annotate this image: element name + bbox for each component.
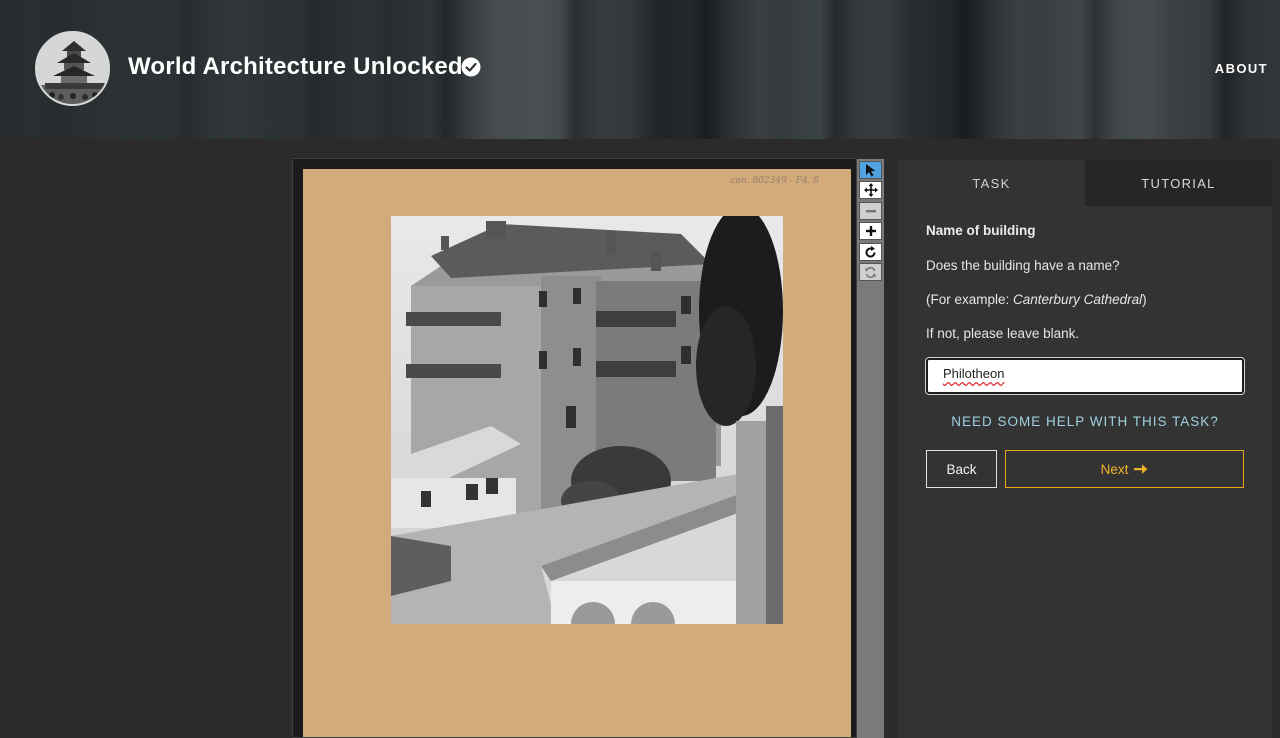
- reset-icon: [865, 266, 876, 278]
- select-pointer-tool[interactable]: [859, 161, 882, 179]
- next-button-label: Next: [1100, 461, 1129, 477]
- rotate-tool[interactable]: [859, 243, 882, 261]
- verified-check-icon: [461, 57, 481, 77]
- example-prefix: (For example:: [926, 292, 1014, 307]
- panel-tabs: TASK TUTORIAL: [898, 160, 1272, 206]
- back-button-label: Back: [946, 461, 977, 477]
- select-pointer-icon: [865, 164, 875, 177]
- about-link[interactable]: ABOUT: [1215, 61, 1268, 76]
- move-pan-tool[interactable]: [859, 181, 882, 199]
- next-button[interactable]: Next: [1005, 450, 1244, 488]
- task-help-link[interactable]: NEED SOME HELP WITH THIS TASK?: [926, 414, 1244, 429]
- reset-tool[interactable]: [859, 263, 882, 281]
- viewer-toolbar: [857, 159, 884, 738]
- zoom-out-icon: [865, 210, 876, 213]
- zoom-in-tool[interactable]: [859, 222, 882, 240]
- project-title[interactable]: World Architecture Unlocked: [128, 53, 463, 81]
- example-value: Canterbury Cathedral: [1013, 292, 1143, 307]
- building-name-input[interactable]: Philotheon: [925, 357, 1245, 395]
- move-pan-icon: [863, 183, 878, 197]
- question-example: (For example: Canterbury Cathedral): [926, 292, 1147, 307]
- project-avatar[interactable]: [35, 31, 110, 106]
- tab-tutorial[interactable]: TUTORIAL: [1085, 160, 1272, 206]
- card-handwritten-note: con. 802349 - F4. 8: [730, 176, 819, 186]
- rotate-icon: [865, 245, 876, 257]
- archive-card: con. 802349 - F4. 8: [303, 169, 851, 737]
- zoom-out-tool[interactable]: [859, 202, 882, 220]
- question-title: Name of building: [926, 223, 1036, 238]
- back-button[interactable]: Back: [926, 450, 997, 488]
- monastery-photo-image: [391, 216, 783, 624]
- question-instruction: If not, please leave blank.: [926, 326, 1080, 341]
- project-header: World Architecture Unlocked ABOUT: [0, 0, 1280, 139]
- zoom-in-icon: [865, 226, 876, 236]
- tab-task[interactable]: TASK: [898, 160, 1085, 206]
- question-text: Does the building have a name?: [926, 258, 1120, 273]
- task-panel: TASK TUTORIAL Name of building Does the …: [898, 160, 1272, 738]
- building-photograph[interactable]: [391, 216, 783, 624]
- arrow-right-icon: [1134, 464, 1148, 474]
- example-suffix: ): [1142, 292, 1147, 307]
- subject-viewer[interactable]: con. 802349 - F4. 8: [292, 158, 857, 738]
